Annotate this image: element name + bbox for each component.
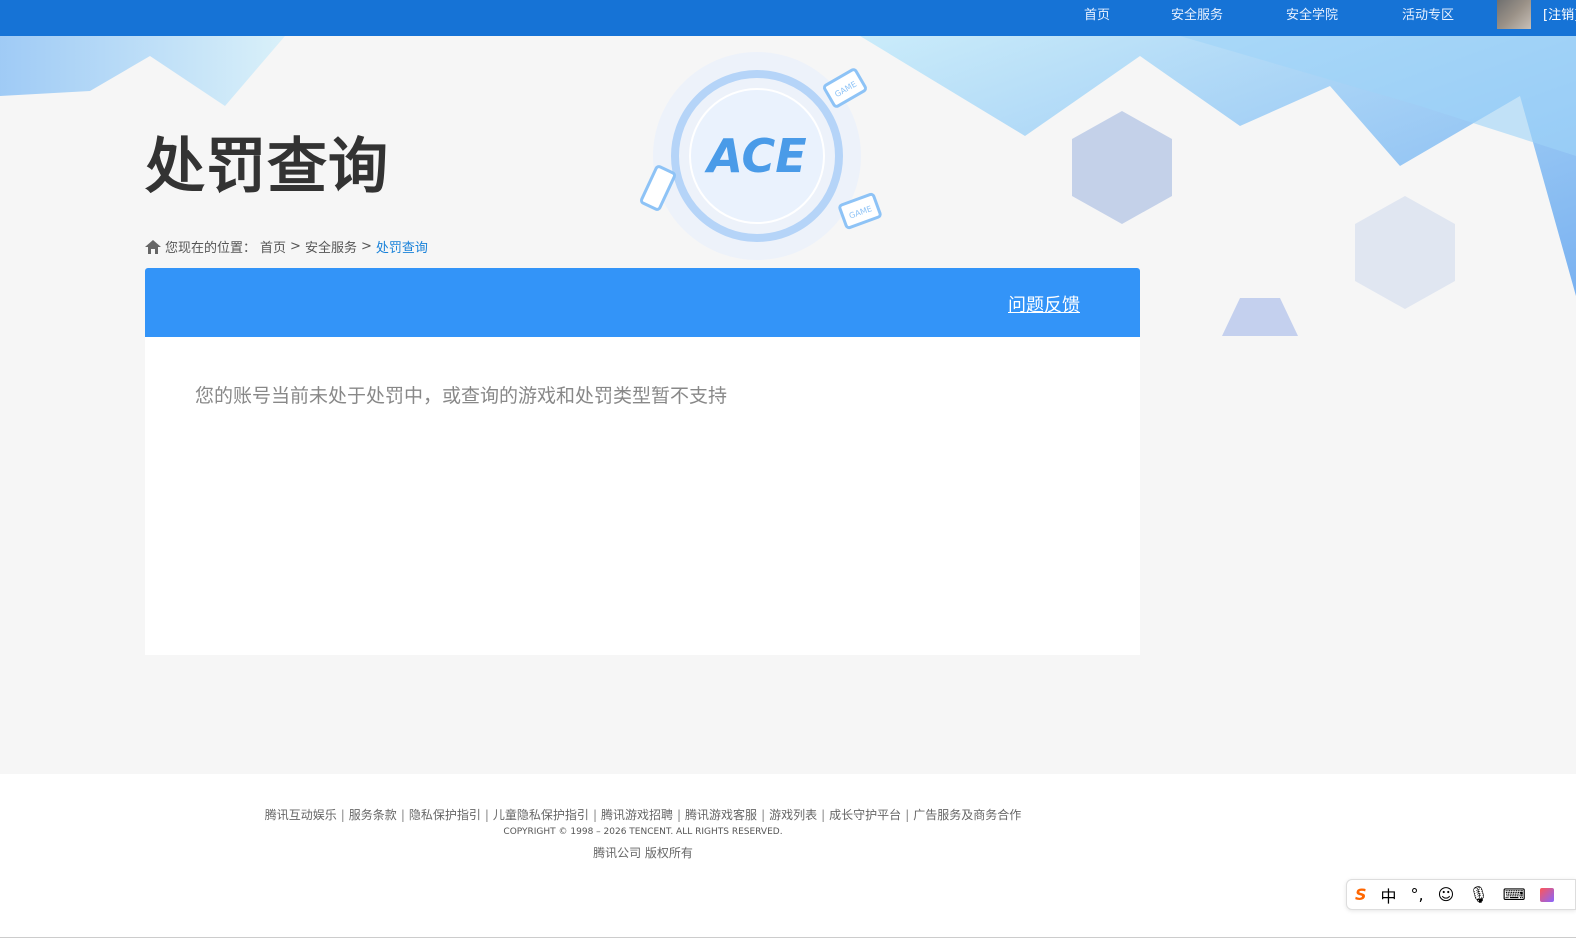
svg-text:ACE: ACE [704, 129, 806, 183]
skin-icon[interactable] [1539, 887, 1554, 902]
microphone-icon[interactable]: 🎙 [1468, 885, 1488, 904]
footer-separator: | [905, 808, 910, 822]
nav-events[interactable]: 活动专区 [1402, 4, 1454, 23]
footer-separator: | [340, 808, 345, 822]
breadcrumb-prefix: 您现在的位置： [165, 241, 257, 256]
nav-security-academy[interactable]: 安全学院 [1286, 4, 1338, 23]
ime-toolbar: S 中 °, ☺ 🎙 ⌨ [1346, 879, 1576, 910]
panel-header: 问题反馈 [145, 268, 1140, 337]
result-message: 您的账号当前未处于处罚中，或查询的游戏和处罚类型暂不支持 [195, 385, 728, 407]
footer-link[interactable]: 成长守护平台 [829, 808, 901, 822]
footer-link[interactable]: 游戏列表 [769, 808, 817, 822]
footer-separator: | [821, 808, 826, 822]
footer-link[interactable]: 腾讯互动娱乐 [265, 808, 337, 822]
footer-separator: | [761, 808, 766, 822]
breadcrumb-separator: > [360, 239, 372, 254]
footer-link[interactable]: 儿童隐私保护指引 [493, 808, 589, 822]
breadcrumb-current[interactable]: 处罚查询 [376, 237, 428, 256]
footer-separator: | [484, 808, 489, 822]
rights-text: 腾讯公司 版权所有 [593, 846, 693, 860]
nav-home[interactable]: 首页 [1084, 4, 1110, 23]
footer-separator: | [400, 808, 405, 822]
breadcrumb-separator: > [290, 239, 301, 254]
home-icon [145, 239, 161, 254]
footer-link[interactable]: 广告服务及商务合作 [913, 808, 1021, 822]
page-title: 处罚查询 [145, 132, 389, 202]
footer-separator: | [592, 808, 597, 822]
breadcrumb-home[interactable]: 首页 [260, 237, 286, 256]
result-panel: 您的账号当前未处于处罚中，或查询的游戏和处罚类型暂不支持 [145, 337, 1140, 655]
ace-emblem: ACE GAME GAME [639, 52, 882, 260]
ime-mode-toggle[interactable]: 中 [1381, 883, 1397, 907]
emoji-icon[interactable]: ☺ [1438, 885, 1455, 904]
breadcrumb-security-service[interactable]: 安全服务 [305, 237, 357, 256]
sogou-logo-icon[interactable]: S [1355, 885, 1367, 904]
feedback-link[interactable]: 问题反馈 [1008, 291, 1080, 317]
breadcrumb: 您现在的位置： 首页 > 安全服务 > 处罚查询 [145, 237, 428, 256]
copyright: COPYRIGHT © 1998 – 2026 TENCENT. ALL RIG… [503, 827, 783, 837]
footer-links: 腾讯互动娱乐 | 服务条款 | 隐私保护指引 | 儿童隐私保护指引 | 腾讯游戏招聘 | 腾讯游戏客… [0, 806, 1286, 823]
avatar[interactable] [1497, 0, 1531, 29]
punctuation-icon[interactable]: °, [1411, 885, 1424, 904]
footer-link[interactable]: 腾讯游戏客服 [685, 808, 757, 822]
footer-link[interactable]: 腾讯游戏招聘 [601, 808, 673, 822]
logout-link[interactable]: [注销] [1543, 4, 1576, 23]
divider [0, 937, 1576, 938]
keyboard-icon[interactable]: ⌨ [1503, 885, 1526, 904]
footer-separator: | [677, 808, 682, 822]
footer-link[interactable]: 隐私保护指引 [409, 808, 481, 822]
footer: 腾讯互动娱乐 | 服务条款 | 隐私保护指引 | 儿童隐私保护指引 | 腾讯游戏招聘 | 腾讯游戏客… [0, 774, 1576, 943]
nav-security-service[interactable]: 安全服务 [1171, 4, 1223, 23]
footer-link[interactable]: 服务条款 [349, 808, 397, 822]
top-nav-bar: 首页 安全服务 安全学院 活动专区 [注销] [0, 0, 1576, 36]
